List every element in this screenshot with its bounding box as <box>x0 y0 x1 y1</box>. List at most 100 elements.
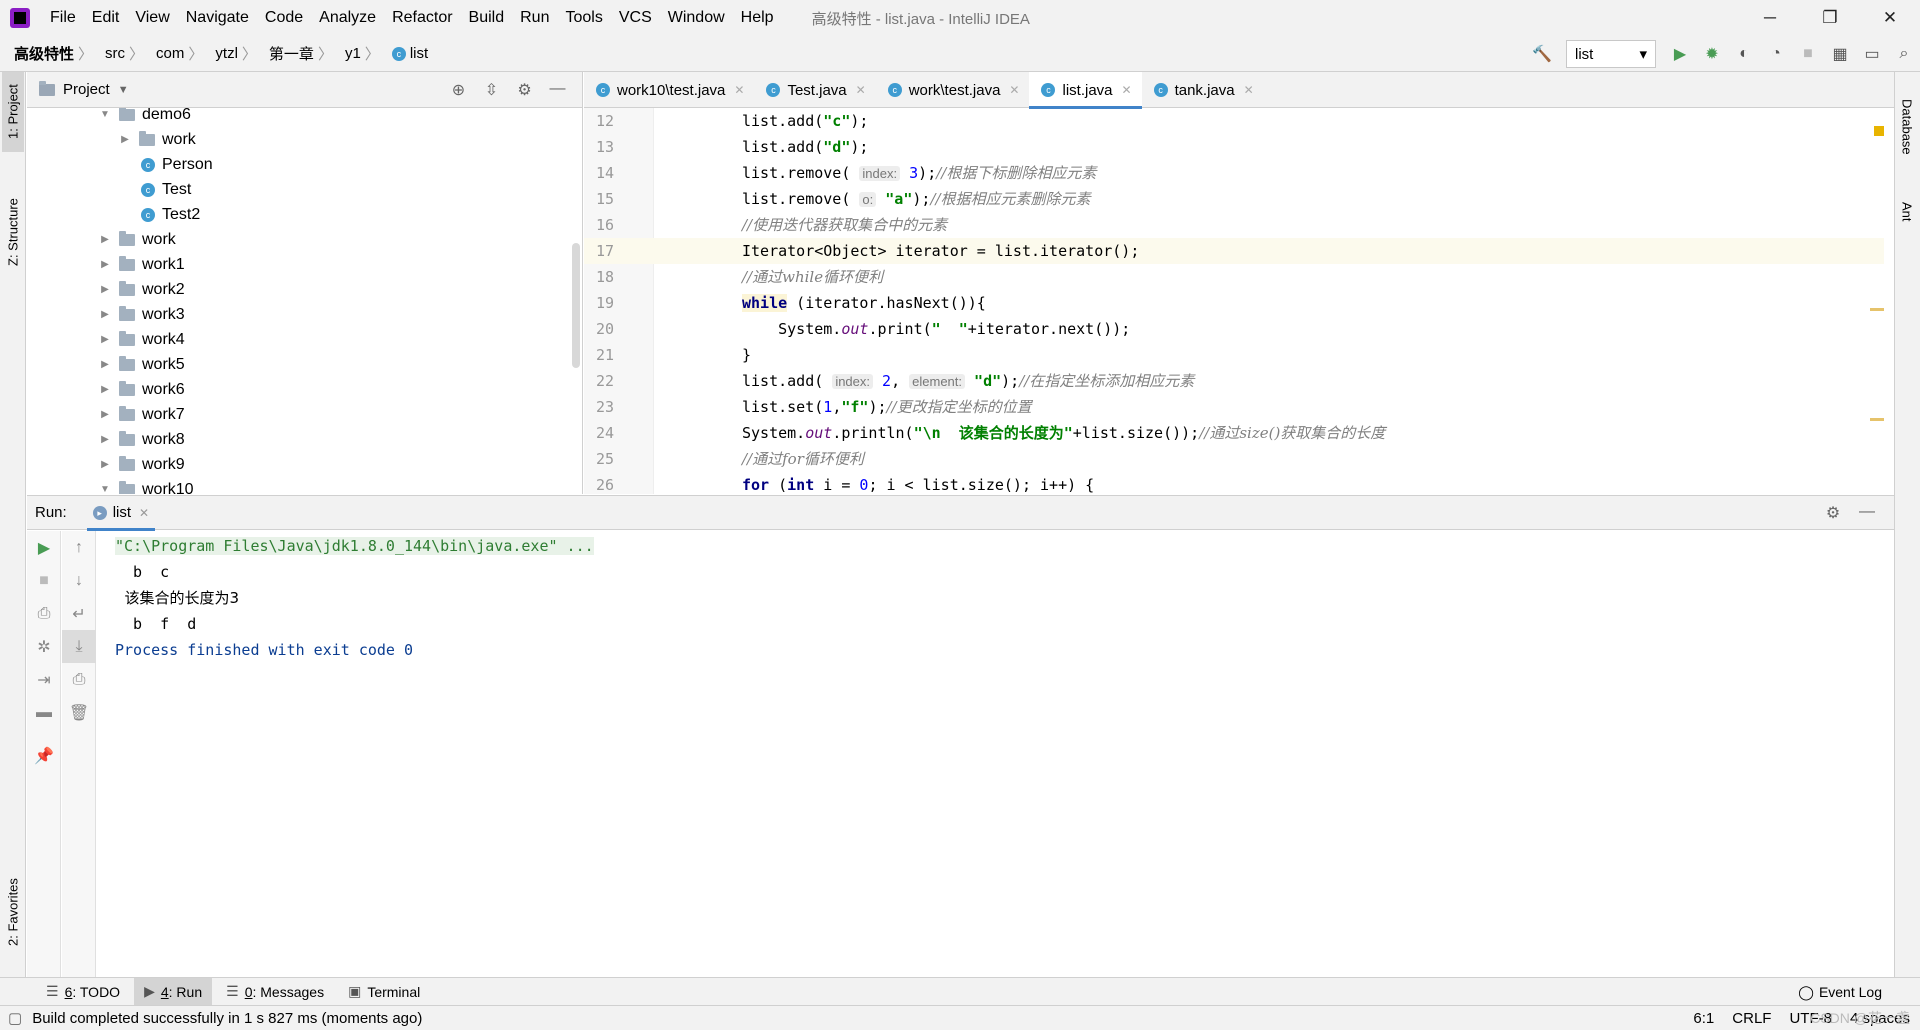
editor-tab[interactable]: c work10\test.java ✕ <box>584 72 754 108</box>
inspection-status-icon[interactable] <box>1874 126 1884 136</box>
debug-bug-icon[interactable]: ✲ <box>27 630 61 663</box>
locate-icon[interactable]: ⊕ <box>442 80 475 100</box>
tree-class-item[interactable]: c Person <box>135 152 213 177</box>
line-separator[interactable]: CRLF <box>1732 1010 1771 1027</box>
hide-icon[interactable]: — <box>1850 503 1884 523</box>
breadcrumb-src[interactable]: src 〉 <box>101 43 152 64</box>
chevron-right-icon[interactable]: ▶ <box>97 309 113 320</box>
stop-icon[interactable]: ■ <box>27 564 61 597</box>
close-button[interactable]: ✕ <box>1860 0 1920 36</box>
terminal-window-icon[interactable]: ▭ <box>1856 36 1888 72</box>
breadcrumb-y1[interactable]: y1 〉 <box>341 43 388 64</box>
tool-tab-terminal[interactable]: ▣ Terminal <box>338 978 430 1006</box>
maximize-button[interactable]: ❐ <box>1800 0 1860 36</box>
profile-icon[interactable]: ◔ <box>1760 36 1792 72</box>
tool-tab-ant[interactable]: Ant <box>1896 182 1918 242</box>
console-output[interactable]: "C:\Program Files\Java\jdk1.8.0_144\bin\… <box>115 533 594 663</box>
tree-folder-item[interactable]: ▶ work5 <box>97 352 185 377</box>
code-area[interactable]: 12 list.add("c"); 13 list.add("d"); 14 list… <box>584 108 1894 494</box>
menu-build[interactable]: Build <box>461 0 513 36</box>
chevron-right-icon[interactable]: ▶ <box>97 259 113 270</box>
minimize-button[interactable]: ─ <box>1740 0 1800 36</box>
editor-tab[interactable]: c tank.java ✕ <box>1142 72 1264 108</box>
chevron-right-icon[interactable]: ▶ <box>97 409 113 420</box>
tree-folder-item[interactable]: ▶ work2 <box>97 277 185 302</box>
close-icon[interactable]: ✕ <box>1244 83 1254 97</box>
tool-tab-run[interactable]: ▶ 4: Run <box>134 977 213 1006</box>
tree-folder-item[interactable]: ▶ work9 <box>97 452 185 477</box>
menu-view[interactable]: View <box>127 0 177 36</box>
tree-folder-item[interactable]: ▶ work6 <box>97 377 185 402</box>
chevron-down-icon[interactable]: ▼ <box>97 109 113 120</box>
exit-icon[interactable]: ⇥ <box>27 663 61 696</box>
breadcrumb-ytzl[interactable]: ytzl 〉 <box>211 43 265 64</box>
tree-folder-item[interactable]: ▼ demo6 <box>97 108 191 127</box>
editor-tab[interactable]: c Test.java ✕ <box>754 72 875 108</box>
menu-tools[interactable]: Tools <box>557 0 610 36</box>
chevron-right-icon[interactable]: ▶ <box>97 384 113 395</box>
error-stripe-mark[interactable] <box>1870 308 1884 311</box>
breadcrumb-list[interactable]: c list <box>388 45 432 62</box>
menu-vcs[interactable]: VCS <box>611 0 660 36</box>
dump-threads-icon[interactable]: ⎙ <box>27 597 61 630</box>
breadcrumb-chapter[interactable]: 第一章〉 <box>265 43 341 64</box>
run-icon[interactable]: ▶ <box>1664 36 1696 72</box>
menu-analyze[interactable]: Analyze <box>311 0 384 36</box>
stop-icon[interactable]: ■ <box>1792 36 1824 72</box>
editor-tab[interactable]: c work\test.java ✕ <box>876 72 1030 108</box>
debug-icon[interactable]: ✹ <box>1696 36 1728 72</box>
menu-code[interactable]: Code <box>257 0 311 36</box>
chevron-down-icon[interactable]: ▼ <box>97 484 113 494</box>
run-config-select[interactable]: list ▾ <box>1566 40 1656 68</box>
pin-icon[interactable]: 📌 <box>27 739 61 772</box>
chevron-down-icon[interactable]: ▼ <box>118 84 129 96</box>
editor-tab[interactable]: c list.java ✕ <box>1029 72 1142 109</box>
event-log-button[interactable]: ◯ Event Log <box>1798 978 1882 1006</box>
rerun-icon[interactable]: ▶ <box>27 531 61 564</box>
close-icon[interactable]: ✕ <box>1122 83 1132 97</box>
tree-folder-item[interactable]: ▶ work7 <box>97 402 185 427</box>
chevron-right-icon[interactable]: ▶ <box>117 134 133 145</box>
tool-tab-favorites[interactable]: 2: Favorites <box>2 862 24 962</box>
close-icon[interactable]: ✕ <box>1009 83 1019 97</box>
chevron-right-icon[interactable]: ▶ <box>97 284 113 295</box>
arrow-down-icon[interactable]: ↓ <box>62 564 96 597</box>
project-structure-icon[interactable]: ▦ <box>1824 36 1856 72</box>
tool-tab-project[interactable]: 1: Project <box>2 72 24 152</box>
soft-wrap-icon[interactable]: ↵ <box>62 597 96 630</box>
scroll-to-end-icon[interactable]: ⤓ <box>62 630 96 663</box>
menu-run[interactable]: Run <box>512 0 557 36</box>
trash-icon[interactable]: 🗑 <box>62 696 96 729</box>
status-toggle-icon[interactable]: ▢ <box>8 1009 22 1027</box>
layout-icon[interactable]: ▬ <box>27 696 61 729</box>
close-icon[interactable]: ✕ <box>734 83 744 97</box>
breadcrumb-project[interactable]: 高级特性〉 <box>10 43 101 64</box>
error-stripe-mark[interactable] <box>1870 418 1884 421</box>
collapse-all-icon[interactable]: ⇳ <box>475 80 508 100</box>
tree-folder-item[interactable]: ▶ work <box>117 127 196 152</box>
close-icon[interactable]: ✕ <box>139 506 149 520</box>
menu-edit[interactable]: Edit <box>84 0 128 36</box>
tool-tab-todo[interactable]: ☰ 6: TODO <box>36 978 130 1006</box>
status-message[interactable]: Build completed successfully in 1 s 827 … <box>32 1010 422 1027</box>
menu-navigate[interactable]: Navigate <box>178 0 257 36</box>
tool-tab-database[interactable]: Database <box>1896 82 1918 172</box>
chevron-right-icon[interactable]: ▶ <box>97 359 113 370</box>
hide-icon[interactable]: — <box>541 80 574 100</box>
menu-refactor[interactable]: Refactor <box>384 0 460 36</box>
run-tab-list[interactable]: ▸ list ✕ <box>86 496 156 531</box>
tree-folder-item[interactable]: ▶ work4 <box>97 327 185 352</box>
chevron-right-icon[interactable]: ▶ <box>97 459 113 470</box>
menu-file[interactable]: File <box>42 0 84 36</box>
menu-window[interactable]: Window <box>660 0 733 36</box>
gear-icon[interactable]: ⚙ <box>1816 503 1850 523</box>
chevron-right-icon[interactable]: ▶ <box>97 434 113 445</box>
build-hammer-icon[interactable]: 🔨 <box>1526 36 1558 72</box>
menu-help[interactable]: Help <box>733 0 782 36</box>
coverage-icon[interactable]: ◐ <box>1728 36 1760 72</box>
gear-icon[interactable]: ⚙ <box>508 80 541 100</box>
tree-folder-item[interactable]: ▶ work <box>97 227 176 252</box>
search-icon[interactable]: ⌕ <box>1888 36 1920 72</box>
tree-scrollbar[interactable] <box>572 243 580 368</box>
project-panel-title[interactable]: Project <box>63 81 110 98</box>
